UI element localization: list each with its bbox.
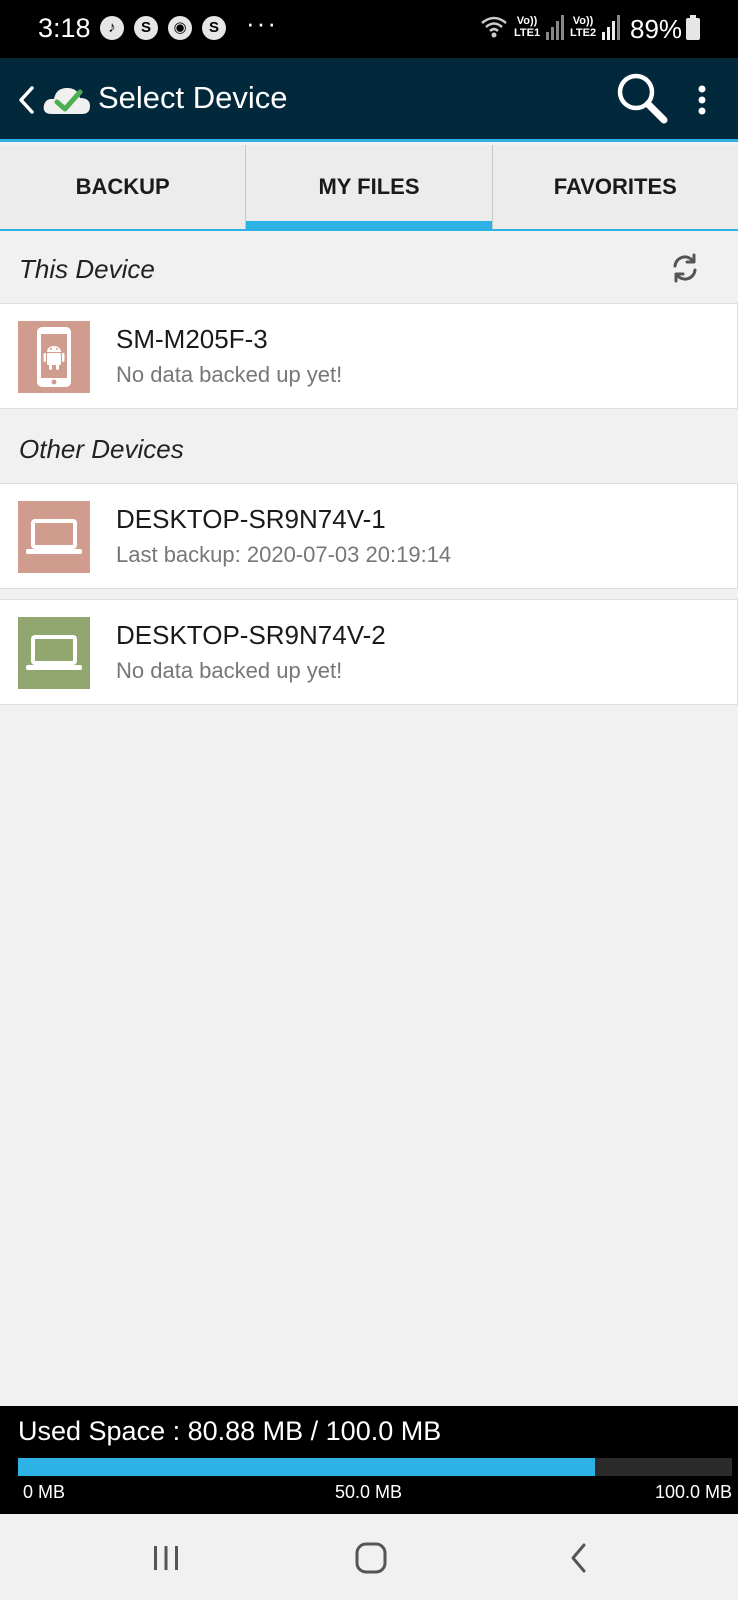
tab-label: FAVORITES [553, 174, 677, 199]
this-device-header: This Device [0, 234, 738, 304]
used-space-label: Used Space : 80.88 MB / 100.0 MB [18, 1416, 442, 1446]
section-title: Other Devices [19, 434, 184, 464]
used-space-bar [18, 1458, 732, 1476]
search-icon[interactable] [614, 70, 670, 126]
usage-tick-mid: 50.0 MB [335, 1482, 403, 1502]
system-nav-bar [0, 1514, 738, 1600]
refresh-icon[interactable] [669, 252, 701, 284]
device-name: DESKTOP-SR9N74V-2 [116, 620, 386, 650]
music-icon: ♪ [100, 16, 124, 40]
device-name: DESKTOP-SR9N74V-1 [116, 504, 386, 534]
tab-bar: BACKUP MY FILES FAVORITES [0, 145, 738, 231]
section-title: This Device [19, 254, 155, 284]
app-bar: Select Device [0, 58, 738, 142]
device-card-sm-m205f-3[interactable]: SM-M205F-3 No data backed up yet! [0, 303, 738, 409]
device-card-desktop-2[interactable]: DESKTOP-SR9N74V-2 No data backed up yet! [0, 599, 738, 705]
status-time: 3:18 [38, 13, 91, 43]
device-status: Last backup: 2020-07-03 20:19:14 [116, 542, 452, 567]
recent-apps-icon[interactable] [144, 1536, 188, 1580]
used-space-panel: Used Space : 80.88 MB / 100.0 MB 0 MB 50… [0, 1406, 738, 1514]
more-options-icon[interactable] [690, 80, 714, 120]
back-icon[interactable] [557, 1536, 601, 1580]
android-phone-icon [18, 321, 90, 393]
signal-icon [546, 15, 564, 40]
circle-icon: ◉ [168, 16, 192, 40]
battery-icon [686, 15, 700, 40]
usage-tick-max: 100.0 MB [654, 1482, 732, 1502]
status-bar: 3:18 ♪ S ◉ S ··· Vo)) LTE1 Vo)) LTE2 89% [0, 0, 738, 58]
skype-icon: S [202, 16, 226, 40]
battery-percent: 89% [630, 14, 683, 44]
usage-tick-min: 0 MB [23, 1482, 66, 1502]
signal-icon [602, 15, 620, 40]
overflow-notifications: ··· [246, 8, 278, 38]
used-space-fill [18, 1458, 596, 1476]
sim1-lte: Vo)) LTE1 [514, 15, 541, 39]
skype-icon: S [134, 16, 158, 40]
tab-backup[interactable]: BACKUP [0, 145, 245, 229]
device-status: No data backed up yet! [116, 658, 343, 683]
cloud-check-logo [43, 88, 90, 114]
laptop-icon [18, 617, 90, 689]
device-name: SM-M205F-3 [116, 324, 268, 354]
tab-label: MY FILES [318, 174, 420, 199]
device-card-desktop-1[interactable]: DESKTOP-SR9N74V-1 Last backup: 2020-07-0… [0, 483, 738, 589]
page-title: Select Device [98, 80, 288, 115]
tab-label: BACKUP [75, 174, 170, 199]
tab-my-files[interactable]: MY FILES [245, 145, 492, 231]
tab-favorites[interactable]: FAVORITES [491, 145, 738, 229]
back-arrow-icon[interactable] [12, 80, 40, 120]
wifi-icon [481, 16, 507, 38]
other-devices-header: Other Devices [0, 414, 738, 484]
sim2-lte: Vo)) LTE2 [570, 15, 597, 39]
home-icon[interactable] [349, 1536, 393, 1580]
device-status: No data backed up yet! [116, 362, 343, 387]
laptop-icon [18, 501, 90, 573]
